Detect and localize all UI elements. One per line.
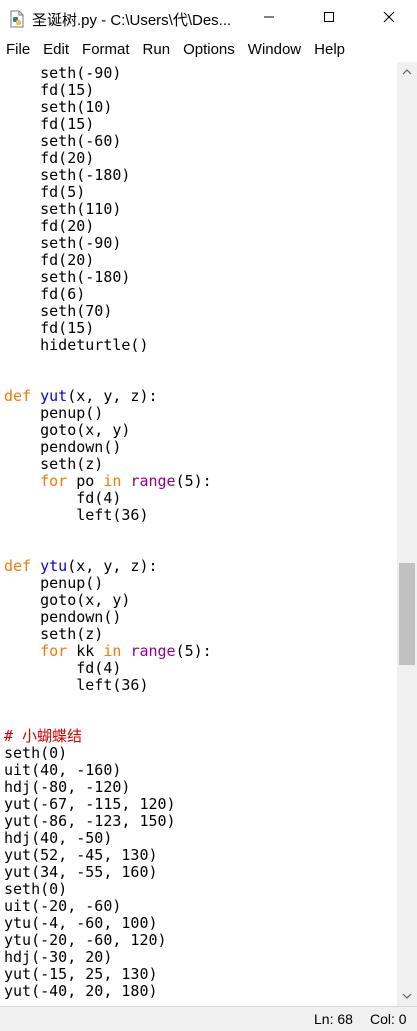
code-line[interactable]: ​ — [4, 354, 212, 371]
code-line[interactable]: penup() — [4, 575, 212, 592]
code-line[interactable]: seth(-180) — [4, 269, 212, 286]
code-line[interactable]: yut(-86, -123, 150) — [4, 813, 212, 830]
code-line[interactable]: fd(4) — [4, 490, 212, 507]
code-editor[interactable]: seth(-90) fd(15) seth(10) fd(15) seth(-6… — [0, 62, 397, 1006]
code-line[interactable]: yut(34, -55, 160) — [4, 864, 212, 881]
code-line[interactable]: seth(z) — [4, 626, 212, 643]
code-line[interactable]: goto(x, y) — [4, 592, 212, 609]
code-line[interactable]: hideturtle() — [4, 337, 212, 354]
menu-edit[interactable]: Edit — [37, 38, 76, 62]
scroll-thumb[interactable] — [399, 563, 415, 666]
code-line[interactable]: fd(15) — [4, 82, 212, 99]
window-title: 圣诞树.py - C:\Users\代\Des... — [32, 12, 232, 29]
code-line[interactable]: yut(-40, 20, 180) — [4, 983, 212, 1000]
code-line[interactable]: seth(70) — [4, 303, 212, 320]
code-line[interactable]: # 小蝴蝶结 — [4, 728, 212, 745]
code-line[interactable]: fd(15) — [4, 116, 212, 133]
close-button[interactable] — [361, 0, 417, 38]
title-bar: 圣诞树.py - C:\Users\代\Des... — [0, 0, 417, 38]
code-line[interactable]: fd(20) — [4, 252, 212, 269]
code-line[interactable]: fd(15) — [4, 320, 212, 337]
code-line[interactable]: seth(0) — [4, 745, 212, 762]
code-line[interactable]: hdj(-80, -120) — [4, 779, 212, 796]
code-line[interactable]: hdj(-30, 20) — [4, 949, 212, 966]
maximize-button[interactable] — [301, 0, 357, 38]
menu-bar: File Edit Format Run Options Window Help — [0, 38, 417, 62]
status-column-number: Col: 0 — [370, 1011, 407, 1027]
chevron-down-icon — [402, 987, 412, 1005]
code-line[interactable]: uit(-20, -60) — [4, 898, 212, 915]
code-line[interactable]: for kk in range(5): — [4, 643, 212, 660]
code-line[interactable]: ​ — [4, 524, 212, 541]
menu-format[interactable]: Format — [76, 38, 137, 62]
code-line[interactable]: seth(-90) — [4, 235, 212, 252]
code-line[interactable]: seth(0) — [4, 881, 212, 898]
close-icon — [383, 10, 395, 28]
code-text[interactable]: seth(-90) fd(15) seth(10) fd(15) seth(-6… — [4, 65, 212, 1000]
code-line[interactable]: yut(-67, -115, 120) — [4, 796, 212, 813]
code-line[interactable]: goto(x, y) — [4, 422, 212, 439]
code-line[interactable]: seth(z) — [4, 456, 212, 473]
scroll-up-button[interactable] — [397, 62, 417, 82]
code-line[interactable]: ​ — [4, 694, 212, 711]
code-line[interactable]: seth(-60) — [4, 133, 212, 150]
status-line-number: Ln: 68 — [314, 1011, 353, 1027]
code-line[interactable]: seth(-90) — [4, 65, 212, 82]
code-line[interactable]: ytu(-20, -60, 120) — [4, 932, 212, 949]
code-line[interactable]: ​ — [4, 541, 212, 558]
maximize-icon — [323, 10, 335, 28]
code-line[interactable]: ​ — [4, 371, 212, 388]
code-line[interactable]: ytu(-4, -60, 100) — [4, 915, 212, 932]
code-line[interactable]: penup() — [4, 405, 212, 422]
code-line[interactable]: fd(5) — [4, 184, 212, 201]
code-line[interactable]: hdj(40, -50) — [4, 830, 212, 847]
code-line[interactable]: left(36) — [4, 507, 212, 524]
code-line[interactable]: yut(52, -45, 130) — [4, 847, 212, 864]
chevron-up-icon — [402, 63, 412, 81]
vertical-scrollbar[interactable] — [397, 62, 417, 1006]
code-line[interactable]: uit(40, -160) — [4, 762, 212, 779]
code-line[interactable]: left(36) — [4, 677, 212, 694]
minimize-button[interactable] — [241, 0, 297, 38]
code-line[interactable]: fd(20) — [4, 150, 212, 167]
code-line[interactable]: seth(110) — [4, 201, 212, 218]
code-line[interactable]: fd(6) — [4, 286, 212, 303]
code-line[interactable]: seth(-180) — [4, 167, 212, 184]
python-file-icon[interactable] — [8, 10, 26, 28]
menu-options[interactable]: Options — [177, 38, 242, 62]
menu-window[interactable]: Window — [242, 38, 308, 62]
minimize-icon — [263, 10, 275, 28]
code-line[interactable]: pendown() — [4, 609, 212, 626]
code-line[interactable]: fd(4) — [4, 660, 212, 677]
menu-run[interactable]: Run — [137, 38, 178, 62]
code-line[interactable]: seth(10) — [4, 99, 212, 116]
code-line[interactable]: def yut(x, y, z): — [4, 388, 212, 405]
code-line[interactable]: pendown() — [4, 439, 212, 456]
code-line[interactable]: for po in range(5): — [4, 473, 212, 490]
status-bar: Ln: 68 Col: 0 — [0, 1006, 417, 1031]
code-line[interactable]: def ytu(x, y, z): — [4, 558, 212, 575]
code-line[interactable]: fd(20) — [4, 218, 212, 235]
scroll-down-button[interactable] — [397, 986, 417, 1006]
menu-help[interactable]: Help — [308, 38, 352, 62]
code-line[interactable]: ​ — [4, 711, 212, 728]
code-line[interactable]: yut(-15, 25, 130) — [4, 966, 212, 983]
menu-file[interactable]: File — [0, 38, 37, 62]
